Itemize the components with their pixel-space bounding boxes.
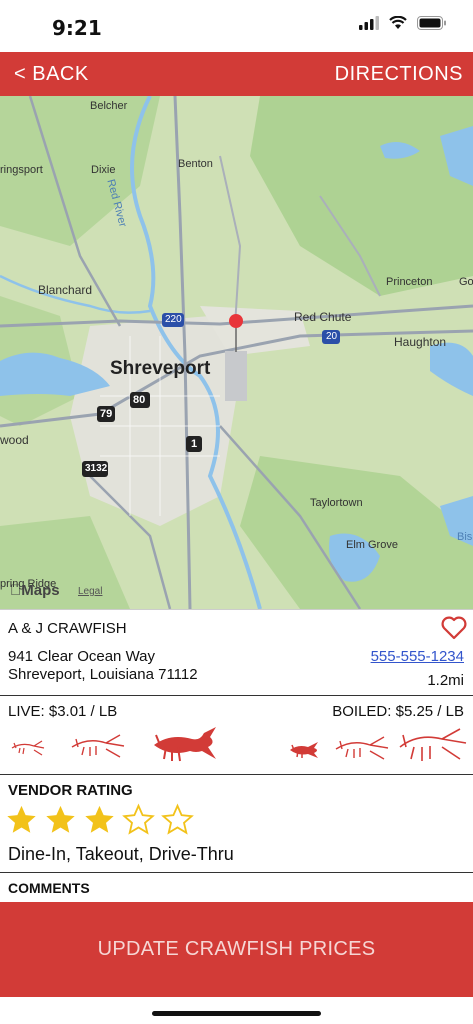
status-time: 9:21 xyxy=(52,16,102,40)
route-shield-80: 80 xyxy=(133,394,146,406)
map-label-dixie: Dixie xyxy=(91,164,116,176)
legal-link[interactable]: Legal xyxy=(78,586,102,597)
map-label-benton: Benton xyxy=(178,158,213,170)
map-label-ringsport: ringsport xyxy=(0,164,43,176)
battery-icon xyxy=(417,16,446,30)
map-label-haughton: Haughton xyxy=(394,335,447,349)
vendor-name: A & J CRAWFISH xyxy=(8,620,127,637)
route-shield-220: 220 xyxy=(165,314,182,325)
route-shield-79: 79 xyxy=(100,408,113,420)
map-label-blanchard: Blanchard xyxy=(38,283,93,297)
map-label-go: Go xyxy=(459,276,473,288)
comments-label: COMMENTS xyxy=(8,880,90,896)
back-button[interactable]: < BACK xyxy=(14,63,89,86)
star-filled-icon[interactable] xyxy=(43,803,78,837)
star-filled-icon[interactable] xyxy=(4,803,39,837)
map-view[interactable]: Belcher Benton ringsport Dixie Red River… xyxy=(0,96,473,609)
map-label-shreveport: Shreveport xyxy=(110,358,211,379)
map-label-red-chute: Red Chute xyxy=(294,310,352,324)
wifi-icon xyxy=(389,16,407,29)
map-label-belcher: Belcher xyxy=(90,100,128,112)
route-shield-20: 20 xyxy=(326,331,338,342)
map-canvas xyxy=(0,96,473,609)
vendor-rating-title: VENDOR RATING xyxy=(8,782,133,799)
home-indicator xyxy=(152,1011,321,1016)
route-shield-3132: 3132 xyxy=(85,463,108,474)
map-label-elm-grove: Elm Grove xyxy=(346,539,398,551)
map-label-princeton: Princeton xyxy=(386,276,433,288)
boiled-price: BOILED: $5.25 / LB xyxy=(332,703,464,720)
star-empty-icon[interactable] xyxy=(121,803,156,837)
map-label-wood: wood xyxy=(0,433,29,447)
phone-link[interactable]: 555-555-1234 xyxy=(371,648,464,665)
nav-bar: < BACK DIRECTIONS xyxy=(0,52,473,96)
address-line-2: Shreveport, Louisiana 71112 xyxy=(8,666,198,683)
price-section: LIVE: $3.01 / LB BOILED: $5.25 / LB xyxy=(0,695,473,775)
live-crawfish-large-icon[interactable] xyxy=(150,723,218,765)
status-icons xyxy=(359,16,447,30)
maps-attribution-text: Maps xyxy=(10,582,59,599)
star-filled-icon[interactable] xyxy=(82,803,117,837)
service-options: Dine-In, Takeout, Drive-Thru xyxy=(8,844,234,864)
favorite-heart-icon[interactable] xyxy=(441,616,467,640)
boiled-crawfish-large-icon[interactable] xyxy=(398,725,468,765)
vendor-info: A & J CRAWFISH 941 Clear Ocean Way Shrev… xyxy=(0,609,473,696)
status-bar: 9:21 xyxy=(0,0,473,52)
update-prices-button[interactable]: UPDATE CRAWFISH PRICES xyxy=(0,902,473,997)
maps-attribution: Maps xyxy=(10,582,60,599)
signal-icon xyxy=(359,16,379,30)
route-shield-1: 1 xyxy=(191,438,198,450)
live-crawfish-small-icon[interactable] xyxy=(10,737,46,759)
boiled-crawfish-medium-icon[interactable] xyxy=(334,733,390,763)
star-rating[interactable] xyxy=(4,803,195,837)
map-label-bis: Bis xyxy=(457,531,473,543)
boiled-crawfish-small-icon[interactable] xyxy=(288,739,322,761)
directions-button[interactable]: DIRECTIONS xyxy=(335,63,463,86)
address-line-1: 941 Clear Ocean Way xyxy=(8,648,156,665)
map-label-taylortown: Taylortown xyxy=(310,497,363,509)
live-crawfish-medium-icon[interactable] xyxy=(70,731,126,761)
star-empty-icon[interactable] xyxy=(160,803,195,837)
distance-label: 1.2mi xyxy=(427,672,464,689)
vendor-rating-section: VENDOR RATING Dine-In, Takeout, Drive-Th… xyxy=(0,775,473,873)
live-price: LIVE: $3.01 / LB xyxy=(8,703,118,720)
